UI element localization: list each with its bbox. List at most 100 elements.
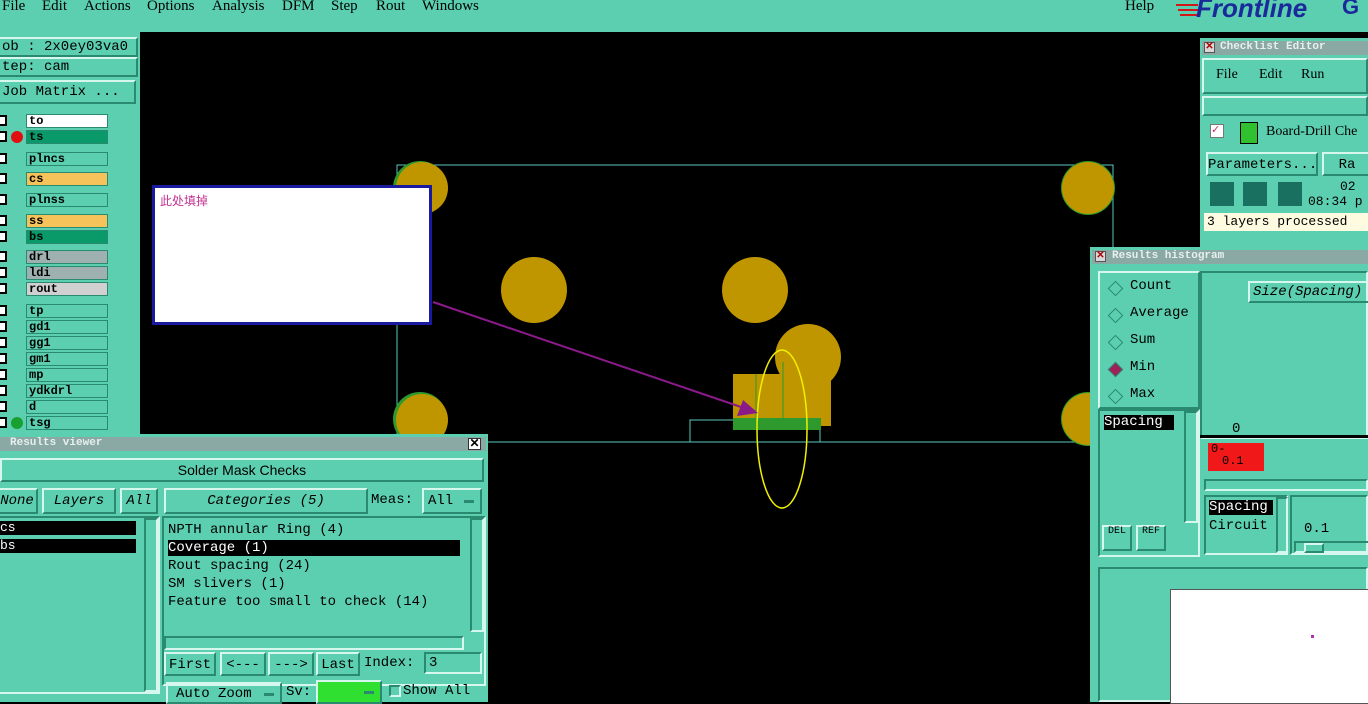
result-type-list[interactable]: Spacing DEL REF <box>1098 409 1200 557</box>
layer-row[interactable]: to <box>0 114 140 128</box>
layer-name[interactable]: ts <box>26 130 108 144</box>
menu-analysis[interactable]: Analysis <box>212 0 265 15</box>
layer-name[interactable]: gd1 <box>26 320 108 334</box>
layer-checkbox[interactable] <box>0 305 7 316</box>
layer-checkbox[interactable] <box>0 115 7 126</box>
auto-zoom-select[interactable]: Auto Zoom <box>166 682 282 704</box>
histogram-bar[interactable]: 0- 0.1 <box>1208 442 1264 471</box>
window-menu-icon[interactable]: ✕ <box>1204 42 1215 53</box>
layer-row[interactable]: drl <box>0 250 140 264</box>
layer-checkbox[interactable] <box>0 337 7 348</box>
run-check-icon[interactable] <box>1243 182 1267 206</box>
radio-min[interactable] <box>1107 361 1124 378</box>
layer-row[interactable]: gg1 <box>0 336 140 350</box>
vertical-scrollbar[interactable] <box>470 518 484 632</box>
layer-checkbox[interactable] <box>0 369 7 380</box>
layer-checkbox[interactable] <box>0 385 7 396</box>
layer-checkbox[interactable] <box>0 401 7 412</box>
layer-row[interactable]: tsg <box>0 416 140 430</box>
none-button[interactable]: None <box>0 488 38 514</box>
layer-row[interactable]: gd1 <box>0 320 140 334</box>
layer-name[interactable]: cs <box>26 172 108 186</box>
layer-name[interactable]: d <box>26 400 108 414</box>
layer-name[interactable]: plncs <box>26 152 108 166</box>
layer-row[interactable]: cs <box>0 172 140 186</box>
del-button[interactable]: DEL <box>1102 525 1132 551</box>
all-button[interactable]: All <box>120 488 158 514</box>
horizontal-scrollbar[interactable] <box>1204 479 1368 491</box>
parameters-button[interactable]: Parameters... <box>1206 152 1318 176</box>
list-item[interactable]: cs <box>0 521 136 535</box>
ra-button[interactable]: Ra <box>1322 152 1368 176</box>
vertical-scrollbar[interactable] <box>144 518 158 692</box>
last-button[interactable]: Last <box>316 652 360 676</box>
menu-options[interactable]: Options <box>147 0 195 15</box>
layer-checkbox[interactable] <box>0 153 7 164</box>
ce-menu-run[interactable]: Run <box>1301 67 1324 83</box>
slider-thumb[interactable] <box>1304 543 1324 553</box>
layer-row[interactable]: rout <box>0 282 140 296</box>
prev-button[interactable]: <--- <box>220 652 266 676</box>
list-item[interactable]: Circuit <box>1209 518 1268 534</box>
layer-name[interactable]: mp <box>26 368 108 382</box>
layer-name[interactable]: drl <box>26 250 108 264</box>
index-input[interactable]: 3 <box>424 652 482 674</box>
layer-row[interactable]: bs <box>0 230 140 244</box>
category-item[interactable]: Coverage (1) <box>168 540 460 556</box>
category-item[interactable]: Rout spacing (24) <box>168 558 460 574</box>
layer-row[interactable]: plncs <box>0 152 140 166</box>
category-item[interactable]: Feature too small to check (14) <box>168 594 460 610</box>
menu-windows[interactable]: Windows <box>422 0 479 15</box>
results-viewer-titlebar[interactable]: Results viewer ✕ <box>0 437 486 451</box>
layer-checkbox[interactable] <box>0 251 7 262</box>
run-check-icon[interactable] <box>1278 182 1302 206</box>
layer-checkbox[interactable] <box>0 267 7 278</box>
layer-checkbox[interactable] <box>0 215 7 226</box>
radio-count[interactable] <box>1107 280 1124 297</box>
layer-name[interactable]: ldi <box>26 266 108 280</box>
value-slider[interactable] <box>1294 541 1368 553</box>
layer-row[interactable]: plnss <box>0 193 140 207</box>
category-item[interactable]: SM slivers (1) <box>168 576 460 592</box>
layer-row[interactable]: ldi <box>0 266 140 280</box>
menu-edit[interactable]: Edit <box>42 0 67 15</box>
layer-row[interactable]: ydkdrl <box>0 384 140 398</box>
meas-select[interactable]: All <box>422 488 482 514</box>
checklist-editor-titlebar[interactable]: ✕ Checklist Editor <box>1202 41 1368 55</box>
layer-row[interactable]: tp <box>0 304 140 318</box>
layer-checkbox[interactable] <box>0 417 7 428</box>
job-matrix-button[interactable]: Job Matrix ... <box>0 80 136 104</box>
close-icon[interactable]: ✕ <box>468 438 481 450</box>
layer-row[interactable]: ss <box>0 214 140 228</box>
layer-name[interactable]: gm1 <box>26 352 108 366</box>
menu-help[interactable]: Help <box>1125 0 1154 15</box>
layer-name[interactable]: gg1 <box>26 336 108 350</box>
sv-color-select[interactable] <box>316 680 382 704</box>
measure-list[interactable]: Spacing Circuit <box>1204 495 1288 555</box>
layer-checkbox[interactable] <box>0 353 7 364</box>
vertical-scrollbar[interactable] <box>1276 497 1288 553</box>
run-check-icon[interactable] <box>1210 182 1234 206</box>
layer-checkbox[interactable] <box>0 194 7 205</box>
histogram-titlebar[interactable]: ✕ Results histogram <box>1092 250 1368 264</box>
layer-name[interactable]: plnss <box>26 193 108 207</box>
annotation-box[interactable]: 此处填掉 <box>152 185 432 325</box>
horizontal-scrollbar[interactable] <box>164 636 464 650</box>
layer-results-list[interactable]: cs bs <box>0 516 160 694</box>
layer-checkbox[interactable] <box>0 321 7 332</box>
window-menu-icon[interactable]: ✕ <box>1095 251 1106 262</box>
category-item[interactable]: NPTH annular Ring (4) <box>168 522 460 538</box>
next-button[interactable]: ---> <box>268 652 314 676</box>
first-button[interactable]: First <box>164 652 216 676</box>
ref-button[interactable]: REF <box>1136 525 1166 551</box>
menu-file[interactable]: File <box>2 0 25 15</box>
menu-actions[interactable]: Actions <box>84 0 131 15</box>
radio-max[interactable] <box>1107 388 1124 405</box>
preview-canvas[interactable] <box>1170 589 1368 704</box>
layer-row[interactable]: mp <box>0 368 140 382</box>
layer-name[interactable]: ydkdrl <box>26 384 108 398</box>
vertical-scrollbar[interactable] <box>1184 411 1198 523</box>
layer-name[interactable]: rout <box>26 282 108 296</box>
layer-name[interactable]: bs <box>26 230 108 244</box>
layer-name[interactable]: ss <box>26 214 108 228</box>
